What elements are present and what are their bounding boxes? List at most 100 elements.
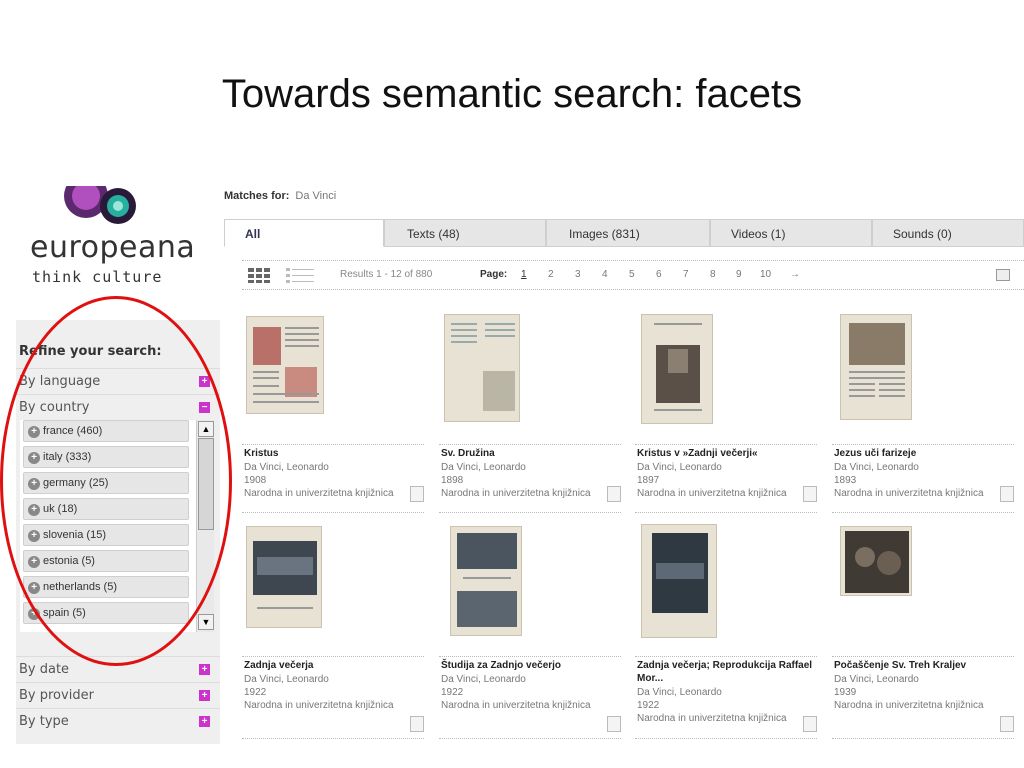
result-item-8[interactable]: Počaščenje Sv. Treh Kraljev Da Vinci, Le… bbox=[832, 656, 1014, 756]
divider bbox=[832, 738, 1014, 739]
expand-icon[interactable]: + bbox=[199, 664, 210, 675]
print-icon[interactable] bbox=[996, 269, 1010, 281]
tab-sounds[interactable]: Sounds (0) bbox=[872, 219, 1024, 247]
divider bbox=[439, 738, 621, 739]
result-thumbnail-3[interactable] bbox=[641, 314, 713, 424]
result-title[interactable]: Počaščenje Sv. Treh Kraljev bbox=[834, 659, 1010, 672]
results-toolbar: Results 1 - 12 of 880 Page: 1 2 3 4 5 6 … bbox=[242, 260, 1024, 290]
facet-label: By language bbox=[19, 374, 101, 389]
country-item-germany[interactable]: + germany (25) bbox=[23, 472, 189, 494]
country-label: germany (25) bbox=[43, 477, 109, 489]
document-icon bbox=[607, 486, 621, 502]
result-thumbnail-1[interactable] bbox=[246, 316, 324, 414]
page-link-1[interactable]: 1 bbox=[521, 269, 527, 280]
page-link-7[interactable]: 7 bbox=[683, 269, 689, 280]
result-year: 1893 bbox=[834, 475, 857, 486]
result-year: 1922 bbox=[637, 700, 660, 711]
tab-videos[interactable]: Videos (1) bbox=[710, 219, 872, 247]
page-link-4[interactable]: 4 bbox=[602, 269, 608, 280]
divider bbox=[635, 738, 817, 739]
scroll-up-arrow-icon[interactable]: ▲ bbox=[198, 421, 214, 437]
add-icon: + bbox=[28, 426, 40, 438]
expand-icon[interactable]: + bbox=[199, 376, 210, 387]
page-link-9[interactable]: 9 bbox=[736, 269, 742, 280]
facet-by-date[interactable]: By date + bbox=[16, 656, 220, 682]
result-author: Da Vinci, Leonardo bbox=[441, 462, 526, 473]
result-year: 1922 bbox=[441, 687, 464, 698]
result-thumbnail-6[interactable] bbox=[450, 526, 522, 636]
country-label: italy (333) bbox=[43, 451, 92, 463]
result-tabs: All Texts (48) Images (831) Videos (1) S… bbox=[224, 219, 1024, 247]
result-provider: Narodna in univerzitetna knjižnica bbox=[637, 488, 787, 499]
result-title[interactable]: Zadnja večerja bbox=[244, 659, 420, 672]
facet-label: By provider bbox=[19, 688, 94, 703]
result-thumbnail-8[interactable] bbox=[840, 526, 912, 596]
europeana-logo[interactable]: europeana think culture bbox=[18, 186, 218, 306]
refine-title: Refine your search: bbox=[19, 344, 162, 359]
grid-view-icon[interactable] bbox=[248, 268, 272, 283]
document-icon bbox=[803, 486, 817, 502]
facet-by-provider[interactable]: By provider + bbox=[16, 682, 220, 708]
tab-texts[interactable]: Texts (48) bbox=[384, 219, 546, 247]
tab-all[interactable]: All bbox=[224, 219, 384, 247]
result-title[interactable]: Zadnja večerja; Reprodukcija Raffael Mor… bbox=[637, 659, 813, 685]
result-item-5[interactable]: Zadnja večerja Da Vinci, Leonardo 1922 N… bbox=[242, 656, 424, 756]
country-label: uk (18) bbox=[43, 503, 78, 515]
result-year: 1898 bbox=[441, 475, 464, 486]
page-link-3[interactable]: 3 bbox=[575, 269, 581, 280]
divider bbox=[242, 512, 424, 513]
expand-icon[interactable]: + bbox=[199, 716, 210, 727]
country-label: slovenia (15) bbox=[43, 529, 106, 541]
country-item-estonia[interactable]: + estonia (5) bbox=[23, 550, 189, 572]
country-scrollbar[interactable]: ▲ ▼ bbox=[196, 420, 214, 632]
country-item-france[interactable]: + france (460) bbox=[23, 420, 189, 442]
result-item-6[interactable]: Študija za Zadnjo večerjo Da Vinci, Leon… bbox=[439, 656, 621, 756]
result-title[interactable]: Kristus bbox=[244, 447, 420, 460]
result-title[interactable]: Študija za Zadnjo večerjo bbox=[441, 659, 617, 672]
country-item-netherlands[interactable]: + netherlands (5) bbox=[23, 576, 189, 598]
collapse-icon[interactable]: − bbox=[199, 402, 210, 413]
document-icon bbox=[1000, 486, 1014, 502]
next-page-arrow-icon[interactable]: → bbox=[790, 269, 800, 280]
result-thumbnail-7[interactable] bbox=[641, 524, 717, 638]
divider bbox=[635, 444, 817, 445]
result-thumbnail-5[interactable] bbox=[246, 526, 322, 628]
page-link-2[interactable]: 2 bbox=[548, 269, 554, 280]
matches-line: Matches for: Da Vinci bbox=[224, 190, 336, 202]
scroll-down-arrow-icon[interactable]: ▼ bbox=[198, 614, 214, 630]
result-thumbnail-4[interactable] bbox=[840, 314, 912, 420]
result-author: Da Vinci, Leonardo bbox=[834, 462, 919, 473]
facet-label: By country bbox=[19, 400, 90, 415]
scroll-thumb[interactable] bbox=[198, 438, 214, 530]
result-year: 1922 bbox=[244, 687, 267, 698]
country-item-italy[interactable]: + italy (333) bbox=[23, 446, 189, 468]
result-item-7[interactable]: Zadnja večerja; Reprodukcija Raffael Mor… bbox=[635, 656, 817, 756]
result-provider: Narodna in univerzitetna knjižnica bbox=[834, 488, 984, 499]
tab-images[interactable]: Images (831) bbox=[546, 219, 710, 247]
page-link-8[interactable]: 8 bbox=[710, 269, 716, 280]
page-link-10[interactable]: 10 bbox=[760, 269, 771, 280]
result-title[interactable]: Sv. Družina bbox=[441, 447, 617, 460]
result-provider: Narodna in univerzitetna knjižnica bbox=[441, 488, 591, 499]
country-list: + france (460) + italy (333) + germany (… bbox=[20, 420, 214, 632]
country-item-spain[interactable]: + spain (5) bbox=[23, 602, 189, 624]
country-label: spain (5) bbox=[43, 607, 86, 619]
country-item-uk[interactable]: + uk (18) bbox=[23, 498, 189, 520]
list-view-icon[interactable] bbox=[286, 268, 314, 283]
slide-title: Towards semantic search: facets bbox=[221, 72, 803, 116]
logo-tagline: think culture bbox=[32, 268, 163, 286]
page-link-6[interactable]: 6 bbox=[656, 269, 662, 280]
result-title[interactable]: Jezus uči farizeje bbox=[834, 447, 1010, 460]
result-provider: Narodna in univerzitetna knjižnica bbox=[244, 700, 394, 711]
facet-by-country[interactable]: By country − bbox=[16, 394, 220, 420]
add-icon: + bbox=[28, 530, 40, 542]
facet-label: By type bbox=[19, 714, 69, 729]
facet-by-language[interactable]: By language + bbox=[16, 368, 220, 394]
result-title[interactable]: Kristus v »Zadnji večerji« bbox=[637, 447, 813, 460]
page-link-5[interactable]: 5 bbox=[629, 269, 635, 280]
tab-label: All bbox=[245, 227, 261, 241]
country-item-slovenia[interactable]: + slovenia (15) bbox=[23, 524, 189, 546]
expand-icon[interactable]: + bbox=[199, 690, 210, 701]
facet-by-type[interactable]: By type + bbox=[16, 708, 220, 734]
result-thumbnail-2[interactable] bbox=[444, 314, 520, 422]
